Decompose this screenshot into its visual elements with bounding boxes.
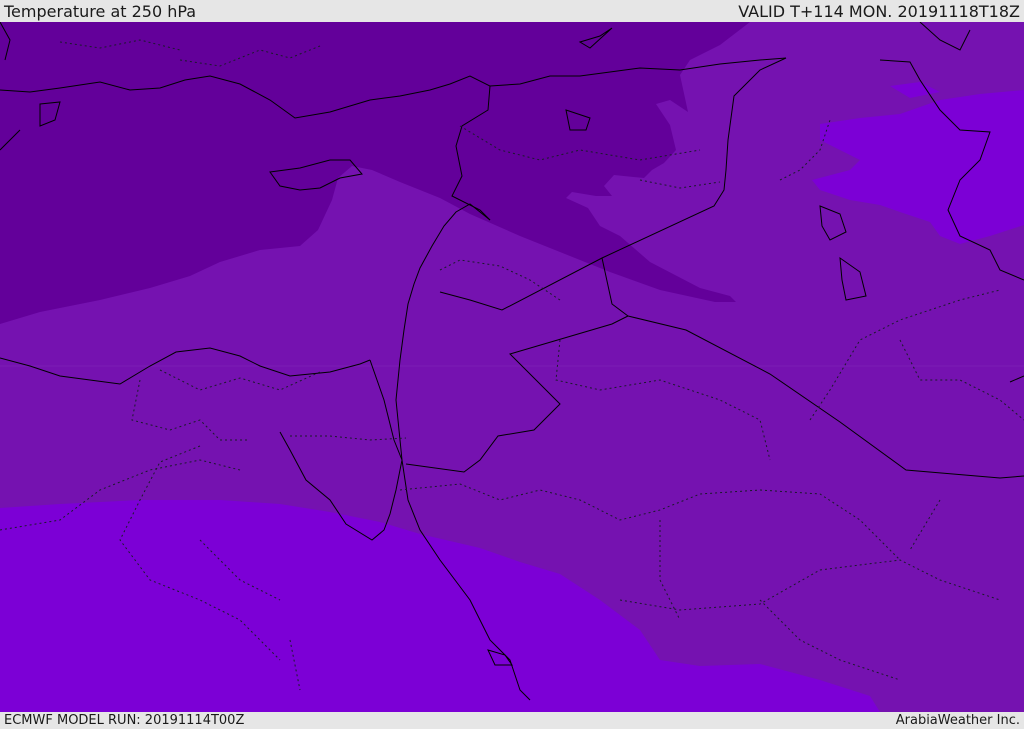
- weather-map-page: Temperature at 250 hPa VALID T+114 MON. …: [0, 0, 1024, 729]
- valid-time-label: VALID T+114 MON. 20191118T18Z: [738, 2, 1020, 21]
- temperature-map: [0, 22, 1024, 712]
- map-title: Temperature at 250 hPa: [4, 2, 197, 21]
- credit-label: ArabiaWeather Inc.: [895, 713, 1020, 728]
- header-bar: Temperature at 250 hPa VALID T+114 MON. …: [0, 0, 1024, 22]
- footer-bar: ECMWF MODEL RUN: 20191114T00Z ArabiaWeat…: [0, 712, 1024, 729]
- model-run-label: ECMWF MODEL RUN: 20191114T00Z: [4, 713, 245, 728]
